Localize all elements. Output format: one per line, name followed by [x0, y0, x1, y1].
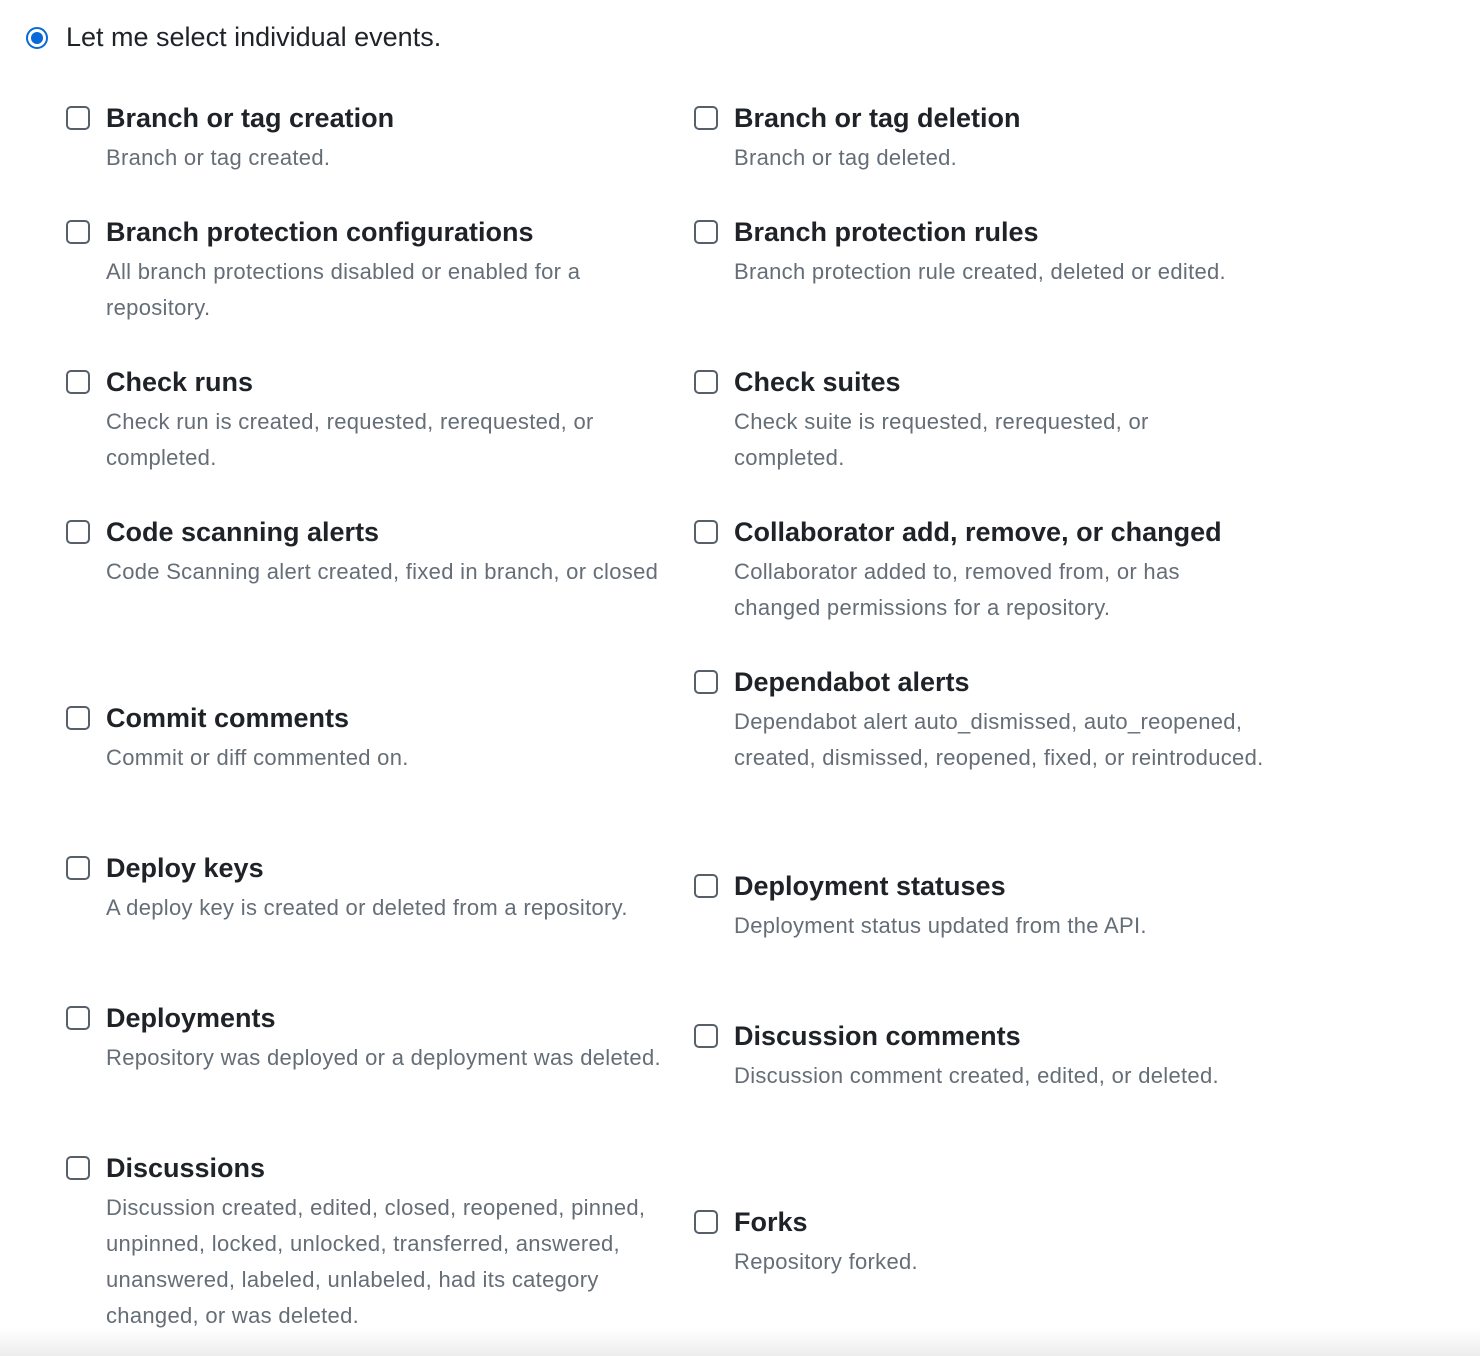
event-title[interactable]: Branch protection configurations [106, 216, 666, 248]
checkbox-branch-protection-rules[interactable] [694, 220, 718, 244]
event-text: Check runs Check run is created, request… [106, 366, 666, 476]
event-description: Code Scanning alert created, fixed in br… [106, 559, 659, 584]
bottom-scroll-fade [0, 1328, 1480, 1356]
event-title[interactable]: Deployment statuses [734, 870, 1147, 902]
checkbox-deployments[interactable] [66, 1006, 90, 1030]
checkbox-deployment-statuses[interactable] [694, 874, 718, 898]
event-dependabot-alerts: Dependabot alerts Dependabot alert auto_… [694, 666, 1274, 776]
event-deployment-statuses: Deployment statuses Deployment status up… [694, 870, 1147, 944]
checkbox-discussion-comments[interactable] [694, 1024, 718, 1048]
event-discussion-comments: Discussion comments Discussion comment c… [694, 1020, 1219, 1094]
checkbox-branch-tag-deletion[interactable] [694, 106, 718, 130]
event-text: Branch protection rules Branch protectio… [734, 216, 1226, 290]
event-description: Discussion created, edited, closed, reop… [106, 1195, 646, 1328]
event-description: Repository was deployed or a deployment … [106, 1045, 661, 1070]
event-deployments: Deployments Repository was deployed or a… [66, 1002, 661, 1076]
event-title[interactable]: Discussion comments [734, 1020, 1219, 1052]
event-text: Dependabot alerts Dependabot alert auto_… [734, 666, 1274, 776]
event-title[interactable]: Deploy keys [106, 852, 628, 884]
event-description: All branch protections disabled or enabl… [106, 259, 581, 320]
event-title[interactable]: Deployments [106, 1002, 661, 1034]
event-description: Repository forked. [734, 1249, 918, 1274]
event-title[interactable]: Branch or tag deletion [734, 102, 1021, 134]
event-title[interactable]: Check runs [106, 366, 666, 398]
event-text: Branch protection configurations All bra… [106, 216, 666, 326]
event-description: Discussion comment created, edited, or d… [734, 1063, 1219, 1088]
checkbox-check-suites[interactable] [694, 370, 718, 394]
select-individual-events-radio[interactable] [26, 26, 48, 49]
radio-selected-dot [31, 31, 43, 44]
select-individual-events-label[interactable]: Let me select individual events. [66, 22, 441, 53]
event-commit-comments: Commit comments Commit or diff commented… [66, 702, 409, 776]
event-text: Branch or tag creation Branch or tag cre… [106, 102, 394, 176]
checkbox-discussions[interactable] [66, 1156, 90, 1180]
event-title[interactable]: Code scanning alerts [106, 516, 658, 548]
checkbox-deploy-keys[interactable] [66, 856, 90, 880]
event-text: Code scanning alerts Code Scanning alert… [106, 516, 658, 590]
checkbox-collaborator-changes[interactable] [694, 520, 718, 544]
event-discussions: Discussions Discussion created, edited, … [66, 1152, 666, 1334]
event-text: Deployments Repository was deployed or a… [106, 1002, 661, 1076]
event-text: Commit comments Commit or diff commented… [106, 702, 409, 776]
event-title[interactable]: Dependabot alerts [734, 666, 1274, 698]
event-text: Forks Repository forked. [734, 1206, 918, 1280]
event-title[interactable]: Branch protection rules [734, 216, 1226, 248]
event-description: Check run is created, requested, rereque… [106, 409, 594, 470]
event-branch-protection-rules: Branch protection rules Branch protectio… [694, 216, 1226, 290]
event-description: Branch or tag created. [106, 145, 331, 170]
event-check-suites: Check suites Check suite is requested, r… [694, 366, 1234, 476]
event-text: Discussion comments Discussion comment c… [734, 1020, 1219, 1094]
event-title[interactable]: Commit comments [106, 702, 409, 734]
event-text: Collaborator add, remove, or changed Col… [734, 516, 1254, 626]
checkbox-dependabot-alerts[interactable] [694, 670, 718, 694]
event-text: Deployment statuses Deployment status up… [734, 870, 1147, 944]
checkbox-forks[interactable] [694, 1210, 718, 1234]
event-check-runs: Check runs Check run is created, request… [66, 366, 666, 476]
event-text: Deploy keys A deploy key is created or d… [106, 852, 628, 926]
event-title[interactable]: Discussions [106, 1152, 666, 1184]
event-collaborator-changes: Collaborator add, remove, or changed Col… [694, 516, 1254, 626]
event-description: Commit or diff commented on. [106, 745, 409, 770]
event-branch-tag-deletion: Branch or tag deletion Branch or tag del… [694, 102, 1021, 176]
event-text: Discussions Discussion created, edited, … [106, 1152, 666, 1334]
event-description: Dependabot alert auto_dismissed, auto_re… [734, 709, 1264, 770]
checkbox-commit-comments[interactable] [66, 706, 90, 730]
checkbox-check-runs[interactable] [66, 370, 90, 394]
event-description: Branch protection rule created, deleted … [734, 259, 1226, 284]
event-deploy-keys: Deploy keys A deploy key is created or d… [66, 852, 628, 926]
event-title[interactable]: Branch or tag creation [106, 102, 394, 134]
event-title[interactable]: Check suites [734, 366, 1234, 398]
event-title[interactable]: Forks [734, 1206, 918, 1238]
select-individual-events-radio-row[interactable]: Let me select individual events. [26, 22, 441, 53]
event-description: Branch or tag deleted. [734, 145, 958, 170]
event-text: Branch or tag deletion Branch or tag del… [734, 102, 1021, 176]
event-description: A deploy key is created or deleted from … [106, 895, 628, 920]
event-description: Check suite is requested, rerequested, o… [734, 409, 1149, 470]
event-description: Deployment status updated from the API. [734, 913, 1147, 938]
event-description: Collaborator added to, removed from, or … [734, 559, 1180, 620]
event-branch-protection-configurations: Branch protection configurations All bra… [66, 216, 666, 326]
checkbox-code-scanning-alerts[interactable] [66, 520, 90, 544]
event-branch-tag-creation: Branch or tag creation Branch or tag cre… [66, 102, 394, 176]
event-title[interactable]: Collaborator add, remove, or changed [734, 516, 1254, 548]
checkbox-branch-tag-creation[interactable] [66, 106, 90, 130]
checkbox-branch-protection-configurations[interactable] [66, 220, 90, 244]
event-text: Check suites Check suite is requested, r… [734, 366, 1234, 476]
event-code-scanning-alerts: Code scanning alerts Code Scanning alert… [66, 516, 658, 590]
event-forks: Forks Repository forked. [694, 1206, 918, 1280]
